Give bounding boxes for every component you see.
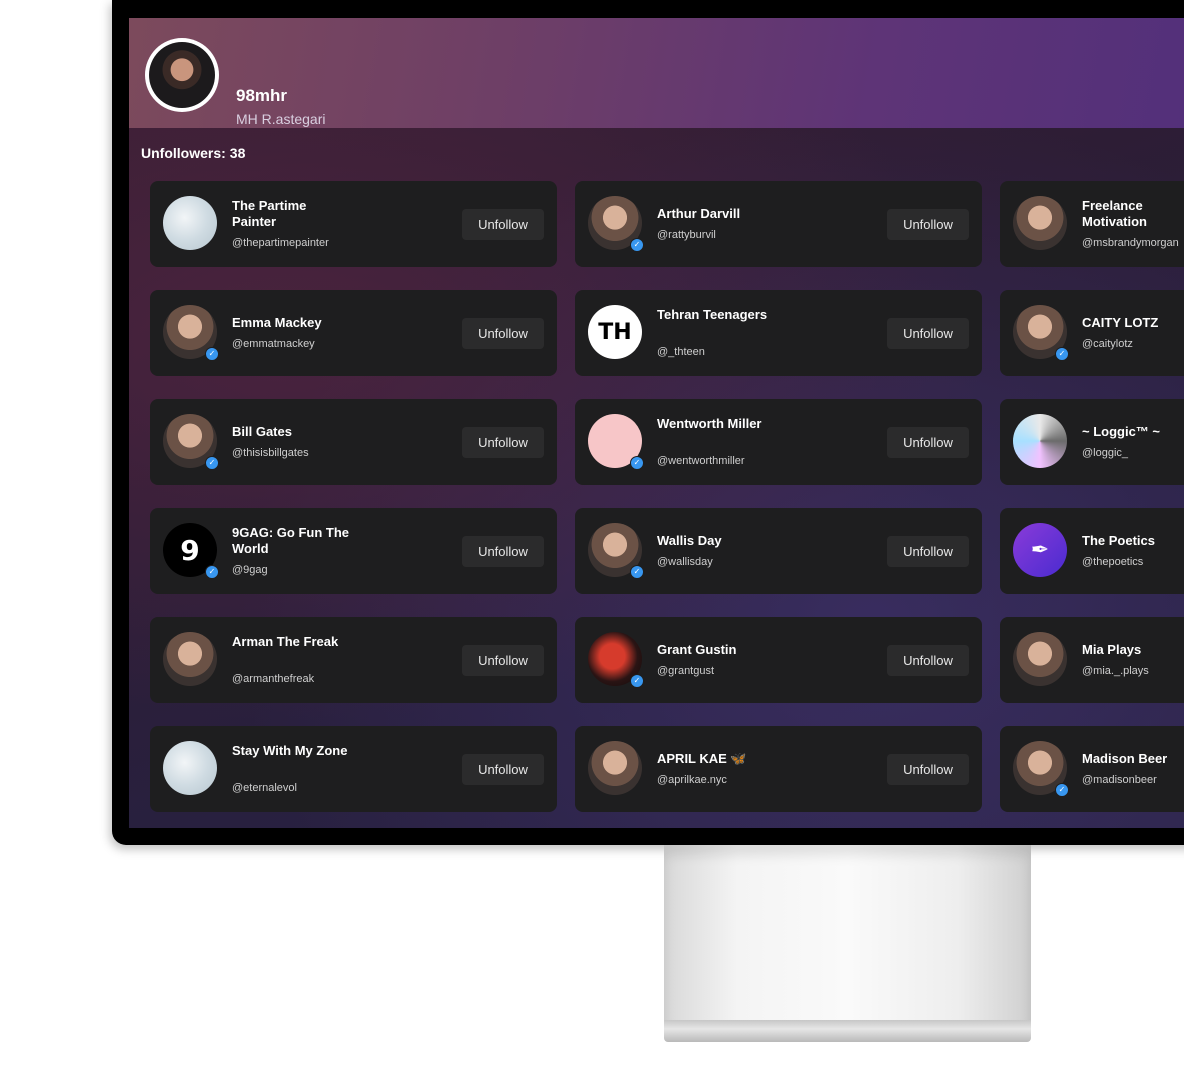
user-handle: @eternalevol <box>232 782 297 794</box>
user-card[interactable]: Freelance Motivation@msbrandymorganUnfol… <box>1000 181 1184 267</box>
user-card[interactable]: Stay With My Zone @eternalevol Unfollow <box>150 726 557 812</box>
unfollowers-count: Unfollowers: 38 <box>141 145 245 161</box>
user-display-name: Mia Plays <box>1082 642 1142 657</box>
user-handle: @caitylotz <box>1082 338 1133 350</box>
user-display-name: CAITY LOTZ <box>1082 315 1159 330</box>
user-display-name: APRIL KAE 🦋 <box>657 751 747 766</box>
user-display-name: ~ Loggic™ ~ <box>1082 424 1161 439</box>
user-card[interactable]: ~ Loggic™ ~@loggic_Unfollow <box>1000 399 1184 485</box>
unfollow-button[interactable]: Unfollow <box>462 427 544 458</box>
unfollow-button[interactable]: Unfollow <box>462 536 544 567</box>
user-handle: @thepoetics <box>1082 556 1144 568</box>
user-display-name: Arman The Freak <box>232 634 339 649</box>
user-card[interactable]: ✓ Emma Mackey @emmatmackey Unfollow <box>150 290 557 376</box>
unfollow-button[interactable]: Unfollow <box>887 427 969 458</box>
unfollow-button[interactable]: Unfollow <box>887 536 969 567</box>
user-handle: @thisisbillgates <box>232 447 309 459</box>
verified-badge-icon: ✓ <box>1055 347 1069 361</box>
user-display-name: Emma Mackey <box>232 315 322 330</box>
profile-photo <box>149 42 215 108</box>
user-card[interactable]: ✓ Wentworth Miller @wentworthmiller Unfollo… <box>575 399 982 485</box>
user-card[interactable]: ✓ Arthur Darvill @rattyburvil Unfollow <box>575 181 982 267</box>
user-display-name: Tehran Teenagers <box>657 307 768 322</box>
user-display-name: Madison Beer <box>1082 751 1168 766</box>
user-card[interactable]: APRIL KAE 🦋 @aprilkae.nyc Unfollow <box>575 726 982 812</box>
verified-badge-icon: ✓ <box>205 565 219 579</box>
unfollow-button[interactable]: Unfollow <box>887 209 969 240</box>
app-screen: 98mhr MH R.astegari Unfollowers: 38 The P… <box>129 18 1184 828</box>
user-handle: @rattyburvil <box>657 229 716 241</box>
verified-badge-icon: ✓ <box>630 674 644 688</box>
user-handle: @_thteen <box>657 346 705 358</box>
verified-badge-icon: ✓ <box>205 347 219 361</box>
user-handle: @aprilkae.nyc <box>657 774 727 786</box>
user-handle: @armanthefreak <box>232 673 315 685</box>
user-display-name: The Partime Painter <box>232 198 307 229</box>
user-card[interactable]: ✓Madison Beer@madisonbeerUnfollow <box>1000 726 1184 812</box>
person-icon[interactable] <box>1013 196 1067 250</box>
user-card[interactable]: Arman The Freak @armanthefreak Unfollow <box>150 617 557 703</box>
monitor-stand <box>664 845 1031 1023</box>
person-icon[interactable] <box>1013 632 1067 686</box>
user-card[interactable]: ✓CAITY LOTZ@caitylotzUnfollow <box>1000 290 1184 376</box>
user-handle: @emmatmackey <box>232 338 315 350</box>
user-card[interactable]: ✓ Bill Gates @thisisbillgates Unfollow <box>150 399 557 485</box>
monitor-stand-base <box>664 1020 1031 1042</box>
user-display-name: Bill Gates <box>232 424 292 439</box>
person-icon[interactable] <box>163 632 217 686</box>
verified-badge-icon: ✓ <box>205 456 219 470</box>
profile-avatar[interactable] <box>145 38 219 112</box>
user-handle: @msbrandymorgan <box>1082 237 1179 249</box>
user-handle: @loggic_ <box>1082 447 1129 459</box>
unfollow-button[interactable]: Unfollow <box>462 318 544 349</box>
user-card[interactable]: ✓ Wallis Day @wallisday Unfollow <box>575 508 982 594</box>
unfollowers-number: 38 <box>229 145 246 161</box>
user-card[interactable]: 9 ✓ 9GAG: Go Fun The World @9gag Unfollow <box>150 508 557 594</box>
verified-badge-icon: ✓ <box>630 565 644 579</box>
user-handle: @mia._.plays <box>1082 665 1149 677</box>
user-display-name: Grant Gustin <box>657 642 737 657</box>
user-handle: @madisonbeer <box>1082 774 1157 786</box>
unfollow-button[interactable]: Unfollow <box>462 754 544 785</box>
verified-badge-icon: ✓ <box>630 456 644 470</box>
user-display-name: Arthur Darvill <box>657 206 741 221</box>
user-handle: @wallisday <box>657 556 713 568</box>
user-display-name: 9GAG: Go Fun The World <box>232 525 349 556</box>
feather-logo-icon[interactable]: ✒ <box>1013 523 1067 577</box>
unfollow-button[interactable]: Unfollow <box>462 209 544 240</box>
user-handle: @grantgust <box>657 665 715 677</box>
unfollow-button[interactable]: Unfollow <box>887 754 969 785</box>
user-card[interactable]: Mia Plays@mia._.playsUnfollow <box>1000 617 1184 703</box>
person-icon[interactable] <box>588 741 642 795</box>
user-display-name: Stay With My Zone <box>232 743 348 758</box>
verified-badge-icon: ✓ <box>630 238 644 252</box>
user-card[interactable]: ✒The Poetics@thepoeticsUnfollow <box>1000 508 1184 594</box>
profile-full-name: MH R.astegari <box>236 111 326 127</box>
unfollowers-label: Unfollowers: <box>141 145 226 161</box>
art-icon[interactable] <box>1013 414 1067 468</box>
user-display-name: Wentworth Miller <box>657 416 762 431</box>
profile-header: 98mhr MH R.astegari <box>129 18 1184 128</box>
unfollow-button[interactable]: Unfollow <box>887 318 969 349</box>
unfollow-button[interactable]: Unfollow <box>462 645 544 676</box>
user-card[interactable]: ✓ Grant Gustin @grantgust Unfollow <box>575 617 982 703</box>
profile-username: 98mhr <box>236 86 288 105</box>
user-handle: @thepartimepainter <box>232 237 329 249</box>
marble-icon[interactable] <box>163 741 217 795</box>
user-handle: @9gag <box>232 564 268 576</box>
user-display-name: Freelance Motivation <box>1082 198 1147 229</box>
user-display-name: Wallis Day <box>657 533 722 548</box>
user-card[interactable]: TH Tehran Teenagers @_thteen Unfollow <box>575 290 982 376</box>
marble-icon[interactable] <box>163 196 217 250</box>
user-handle: @wentworthmiller <box>657 455 745 467</box>
user-display-name: The Poetics <box>1082 533 1155 548</box>
th-logo-icon[interactable]: TH <box>588 305 642 359</box>
unfollow-button[interactable]: Unfollow <box>887 645 969 676</box>
user-card[interactable]: The Partime Painter @thepartimepainter Unf… <box>150 181 557 267</box>
verified-badge-icon: ✓ <box>1055 783 1069 797</box>
